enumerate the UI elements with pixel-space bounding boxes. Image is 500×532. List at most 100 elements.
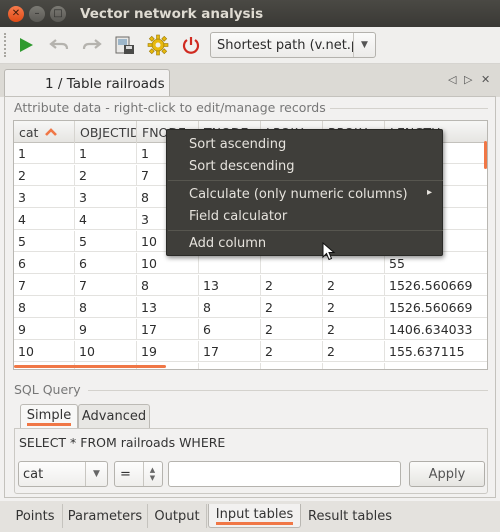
table-cell[interactable]: 17: [199, 341, 261, 362]
mouse-cursor-icon: [322, 242, 336, 261]
redo-button[interactable]: [77, 30, 107, 60]
minimize-window-button[interactable]: –: [29, 5, 45, 22]
table-cell[interactable]: 1526.560669: [385, 297, 487, 318]
analysis-module-select[interactable]: Shortest path (v.net.p ▼: [210, 32, 376, 58]
tab-input-tables-label: Input tables: [215, 507, 294, 525]
table-row[interactable]: 6 6 10 55: [14, 253, 487, 274]
tab-advanced[interactable]: Advanced: [78, 404, 150, 428]
column-header-objectid[interactable]: OBJECTID: [75, 121, 137, 143]
table-cell[interactable]: 9: [199, 363, 261, 369]
maximize-window-button[interactable]: □: [50, 5, 66, 22]
scroll-tabs-left-icon[interactable]: ◁: [448, 73, 456, 86]
tab-table-railroads[interactable]: 1 / Table railroads: [4, 69, 170, 98]
table-cell[interactable]: 2: [261, 297, 323, 318]
table-cell[interactable]: 1406.634033: [385, 319, 487, 340]
menu-item-add-column[interactable]: Add column: [189, 236, 266, 251]
table-cell[interactable]: 6: [199, 319, 261, 340]
table-cell[interactable]: 7: [75, 275, 137, 296]
vertical-scrollbar[interactable]: [484, 141, 487, 169]
tab-simple-label: Simple: [26, 408, 72, 426]
column-select[interactable]: cat ▼: [18, 461, 108, 487]
scroll-tabs-right-icon[interactable]: ▷: [464, 73, 472, 86]
close-window-button[interactable]: ✕: [8, 5, 24, 22]
table-cell[interactable]: 17: [137, 319, 199, 340]
table-cell[interactable]: 19: [137, 341, 199, 362]
table-cell[interactable]: 1: [14, 143, 75, 164]
table-cell[interactable]: 2: [14, 165, 75, 186]
tab-simple[interactable]: Simple: [20, 404, 78, 428]
table-cell[interactable]: 2: [323, 319, 385, 340]
attribute-data-label: Attribute data - right-click to edit/man…: [14, 100, 326, 115]
table-cell[interactable]: 3: [14, 187, 75, 208]
tab-points-label: Points: [15, 508, 55, 524]
table-cell[interactable]: 13: [199, 275, 261, 296]
column-select-value: cat: [23, 466, 44, 482]
stop-button[interactable]: [176, 30, 206, 60]
operator-select[interactable]: = ▲ ▼: [114, 461, 163, 487]
table-cell[interactable]: 2: [261, 341, 323, 362]
run-button[interactable]: [11, 30, 41, 60]
menu-item-sort-descending[interactable]: Sort descending: [189, 159, 295, 174]
tab-points[interactable]: Points: [8, 504, 63, 528]
tab-input-tables[interactable]: Input tables: [208, 504, 301, 528]
horizontal-scrollbar[interactable]: [14, 365, 166, 368]
table-cell[interactable]: 1: [75, 143, 137, 164]
table-row[interactable]: 10 10 19 17 2 2 155.637115: [14, 341, 487, 362]
settings-button[interactable]: [143, 30, 173, 60]
table-row[interactable]: 8 8 13 8 2 2 1526.560669: [14, 297, 487, 318]
submenu-arrow-icon: ▸: [427, 187, 433, 198]
table-cell[interactable]: 2: [261, 275, 323, 296]
apply-button[interactable]: Apply: [409, 461, 485, 487]
table-cell[interactable]: 6: [14, 253, 75, 274]
table-cell[interactable]: 6: [75, 253, 137, 274]
table-cell[interactable]: 2: [323, 297, 385, 318]
table-cell[interactable]: 2: [323, 341, 385, 362]
table-cell[interactable]: 55: [385, 253, 487, 274]
table-cell[interactable]: 9: [14, 319, 75, 340]
table-cell[interactable]: 3944.953613: [385, 363, 487, 369]
menu-item-calculate[interactable]: Calculate (only numeric columns): [189, 187, 408, 202]
settings-gear-icon: [147, 34, 169, 56]
table-cell[interactable]: 5: [75, 231, 137, 252]
table-cell[interactable]: 8: [137, 275, 199, 296]
table-cell[interactable]: 3: [75, 187, 137, 208]
undo-button[interactable]: [44, 30, 74, 60]
save-map-button[interactable]: [110, 30, 140, 60]
toolbar-grip[interactable]: [4, 33, 8, 57]
sql-query-label: SQL Query: [14, 382, 81, 397]
menu-item-sort-ascending[interactable]: Sort ascending: [189, 137, 286, 152]
close-tab-icon[interactable]: ✕: [481, 73, 490, 86]
table-row[interactable]: 7 7 8 13 2 2 1526.560669: [14, 275, 487, 296]
table-cell[interactable]: 7: [14, 275, 75, 296]
table-cell[interactable]: 8: [14, 297, 75, 318]
table-cell[interactable]: 2: [323, 275, 385, 296]
table-cell[interactable]: 2: [75, 165, 137, 186]
sort-ascending-icon: [45, 128, 58, 136]
tab-parameters[interactable]: Parameters: [63, 504, 148, 528]
table-cell[interactable]: 8: [199, 297, 261, 318]
table-cell[interactable]: 2: [261, 319, 323, 340]
sql-statement-label: SELECT * FROM railroads WHERE: [19, 435, 226, 450]
tab-output[interactable]: Output: [148, 504, 207, 528]
table-cell[interactable]: 1526.560669: [385, 275, 487, 296]
table-cell[interactable]: 10: [75, 341, 137, 362]
table-cell[interactable]: 9: [75, 319, 137, 340]
table-cell[interactable]: 4: [14, 209, 75, 230]
table-cell[interactable]: 155.637115: [385, 341, 487, 362]
sql-value-input[interactable]: [168, 461, 401, 487]
column-header-cat[interactable]: cat: [14, 121, 75, 143]
table-cell[interactable]: [261, 253, 323, 274]
tab-result-tables[interactable]: Result tables: [302, 504, 398, 528]
table-cell[interactable]: 8: [75, 297, 137, 318]
table-row[interactable]: 9 9 17 6 2 2 1406.634033: [14, 319, 487, 340]
table-cell[interactable]: 13: [137, 297, 199, 318]
table-cell[interactable]: [199, 253, 261, 274]
stop-power-icon: [182, 37, 200, 54]
table-cell[interactable]: 2: [261, 363, 323, 369]
table-cell[interactable]: 2: [323, 363, 385, 369]
table-cell[interactable]: 10: [137, 253, 199, 274]
table-cell[interactable]: 5: [14, 231, 75, 252]
menu-item-field-calculator[interactable]: Field calculator: [189, 209, 287, 224]
table-cell[interactable]: 4: [75, 209, 137, 230]
table-cell[interactable]: 10: [14, 341, 75, 362]
